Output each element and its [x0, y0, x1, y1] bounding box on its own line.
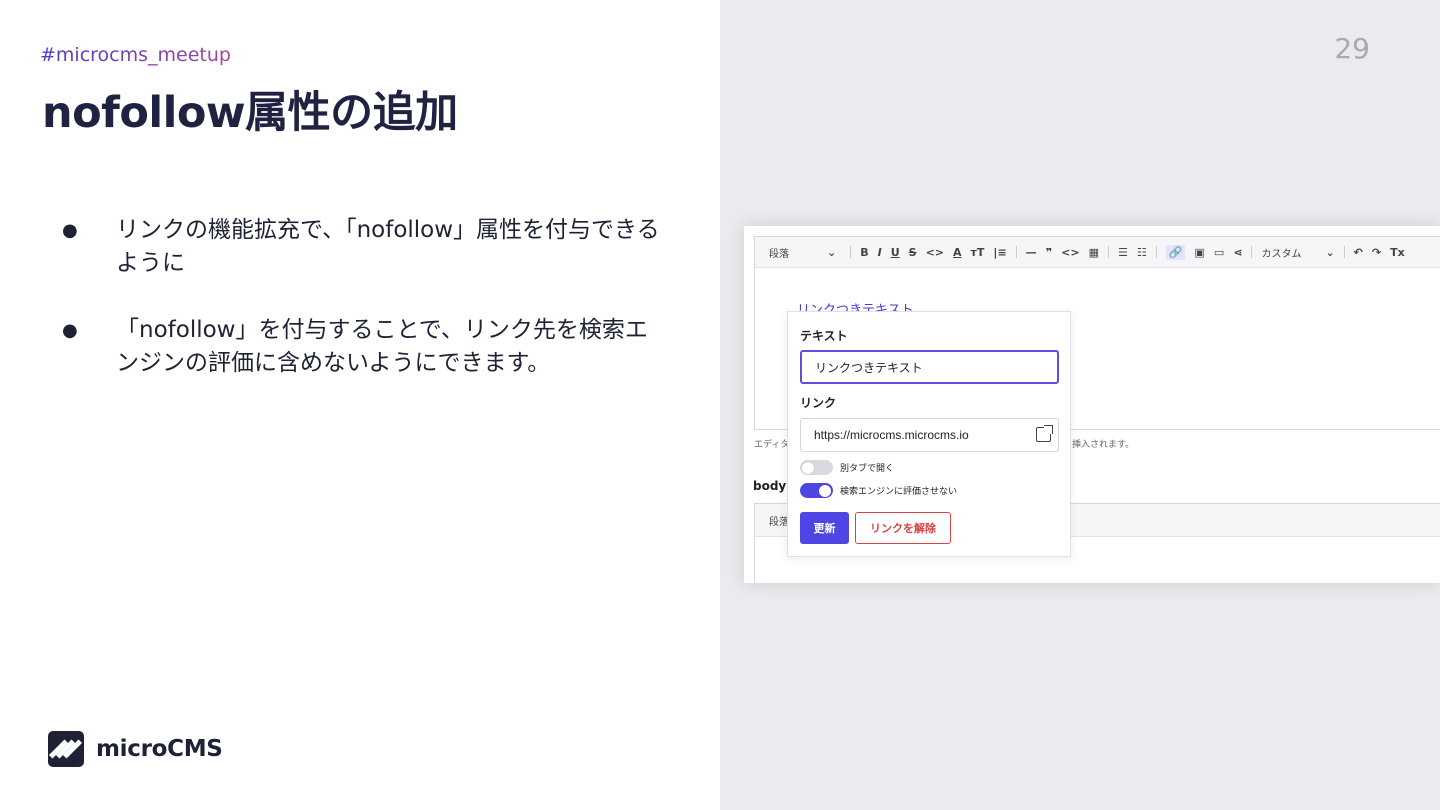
code-block-button[interactable]: <> [1061, 246, 1079, 259]
new-tab-label: 別タブで開く [840, 464, 895, 474]
bullet-dot: ● [62, 320, 78, 341]
editor-toolbar: 段落 ⌄ B I U S <> A ᴛT |≡ — ❞ <> ▦ ☰ ☷ 🔗 ▣… [755, 237, 1440, 268]
hashtag: #microcms_meetup [40, 44, 231, 66]
text-field-label: テキスト [800, 329, 848, 343]
underline-button[interactable]: U [891, 246, 900, 259]
font-color-button[interactable]: A [953, 246, 962, 259]
toggle-knob [802, 461, 814, 474]
remove-link-button[interactable]: リンクを解除 [855, 512, 951, 544]
quote-button[interactable]: ❞ [1046, 246, 1052, 259]
bullet-list: ● リンクの機能拡充で、「nofollow」属性を付与できるように ● 「nof… [62, 214, 662, 414]
link-popup: テキスト リンクつきテキスト リンク https://microcms.micr… [787, 311, 1071, 557]
code-button[interactable]: <> [926, 246, 944, 259]
logo-text: microCMS [96, 736, 223, 762]
nofollow-label: 検索エンジンに評価させない [840, 487, 958, 497]
bullet-list-button[interactable]: ☰ [1118, 246, 1128, 259]
italic-button[interactable]: I [878, 246, 882, 259]
bullet-item: ● リンクの機能拡充で、「nofollow」属性を付与できるように [62, 214, 662, 280]
body-field-label: body: [753, 479, 792, 493]
slide-left-panel: #microcms_meetup nofollow属性の追加 ● リンクの機能拡… [0, 0, 720, 810]
nofollow-toggle[interactable] [800, 483, 833, 498]
bullet-text: リンクの機能拡充で、「nofollow」属性を付与できるように [116, 217, 660, 276]
undo-icon[interactable]: ↶ [1354, 246, 1363, 259]
chevron-down-icon[interactable]: ⌄ [1325, 246, 1334, 259]
new-tab-toggle[interactable] [800, 460, 833, 475]
slide-title: nofollow属性の追加 [42, 88, 458, 138]
link-text-input[interactable]: リンクつきテキスト [800, 350, 1059, 384]
editor-hint: エディタ [754, 440, 790, 450]
bullet-item: ● 「nofollow」を付与することで、リンク先を検索エンジンの評価に含めない… [62, 314, 662, 380]
microcms-logo: microCMS [48, 731, 223, 767]
align-button[interactable]: |≡ [993, 246, 1006, 259]
redo-icon[interactable]: ↷ [1372, 246, 1381, 259]
clear-format-icon[interactable]: Tx [1390, 246, 1405, 259]
paragraph-select[interactable]: 段落 [769, 513, 789, 528]
table-button[interactable]: ▦ [1089, 246, 1099, 259]
link-url-value: https://microcms.microcms.io [814, 428, 969, 442]
update-button[interactable]: 更新 [800, 512, 849, 544]
ordered-list-button[interactable]: ☷ [1137, 246, 1147, 259]
folder-icon[interactable]: ▭ [1214, 246, 1224, 259]
custom-select[interactable]: カスタム [1261, 245, 1301, 260]
link-icon[interactable]: 🔗 [1165, 244, 1186, 260]
microcms-logo-icon [48, 731, 84, 767]
page-number: 29 [1334, 32, 1370, 65]
hr-button[interactable]: — [1026, 246, 1037, 259]
font-size-button[interactable]: ᴛT [971, 246, 985, 259]
image-icon[interactable]: ▣ [1194, 246, 1204, 259]
link-field-label: リンク [800, 396, 837, 410]
chevron-down-icon[interactable]: ⌄ [827, 246, 836, 259]
editor-screenshot: 段落 ⌄ B I U S <> A ᴛT |≡ — ❞ <> ▦ ☰ ☷ 🔗 ▣… [744, 226, 1440, 583]
bold-button[interactable]: B [860, 246, 868, 259]
paragraph-select[interactable]: 段落 [769, 245, 789, 260]
editor-hint-right: 挿入されます。 [1072, 440, 1135, 450]
link-url-input[interactable]: https://microcms.microcms.io [800, 418, 1059, 452]
toggle-knob [819, 484, 831, 497]
external-link-icon[interactable] [1036, 425, 1053, 442]
bullet-dot: ● [62, 220, 78, 241]
strike-button[interactable]: S [909, 246, 917, 259]
bullet-text: 「nofollow」を付与することで、リンク先を検索エンジンの評価に含めないよう… [116, 317, 648, 376]
share-icon[interactable]: ⋖ [1233, 246, 1242, 259]
